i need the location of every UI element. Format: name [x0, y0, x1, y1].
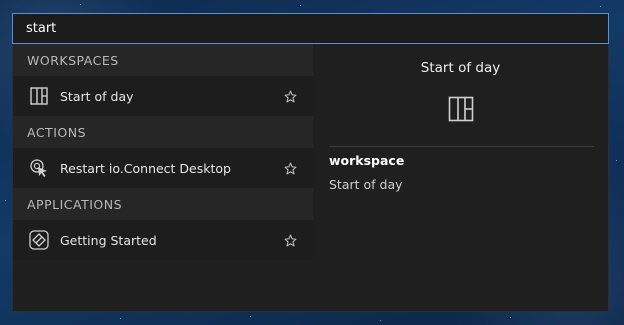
results-panel: WORKSPACES Start of day ACTIONS Restart … — [12, 44, 609, 312]
getting-started-app-icon — [29, 230, 49, 250]
workspace-layout-icon — [448, 96, 474, 122]
search-input[interactable] — [26, 21, 608, 36]
results-list: WORKSPACES Start of day ACTIONS Restart … — [13, 44, 313, 311]
result-item-label: Start of day — [60, 88, 134, 104]
workspace-layout-icon — [29, 86, 49, 106]
section-header-workspaces: WORKSPACES — [13, 44, 313, 76]
preview-title: Start of day — [420, 60, 501, 76]
result-item-label: Getting Started — [60, 232, 157, 248]
star-icon[interactable] — [283, 161, 297, 175]
preview-type-value: Start of day — [329, 177, 403, 192]
star-icon[interactable] — [283, 89, 297, 103]
preview-divider — [329, 146, 594, 147]
result-item-start-of-day[interactable]: Start of day — [13, 76, 313, 116]
section-header-actions: ACTIONS — [13, 116, 313, 148]
section-header-applications: APPLICATIONS — [13, 188, 313, 220]
preview-type-label: workspace — [329, 153, 405, 168]
preview-pane: Start of day workspace Start of day — [313, 44, 608, 311]
search-bar[interactable] — [12, 13, 609, 44]
result-item-getting-started[interactable]: Getting Started — [13, 220, 313, 260]
star-icon[interactable] — [283, 233, 297, 247]
result-item-label: Restart io.Connect Desktop — [60, 160, 231, 176]
restart-cursor-icon — [29, 158, 49, 178]
result-item-restart[interactable]: Restart io.Connect Desktop — [13, 148, 313, 188]
